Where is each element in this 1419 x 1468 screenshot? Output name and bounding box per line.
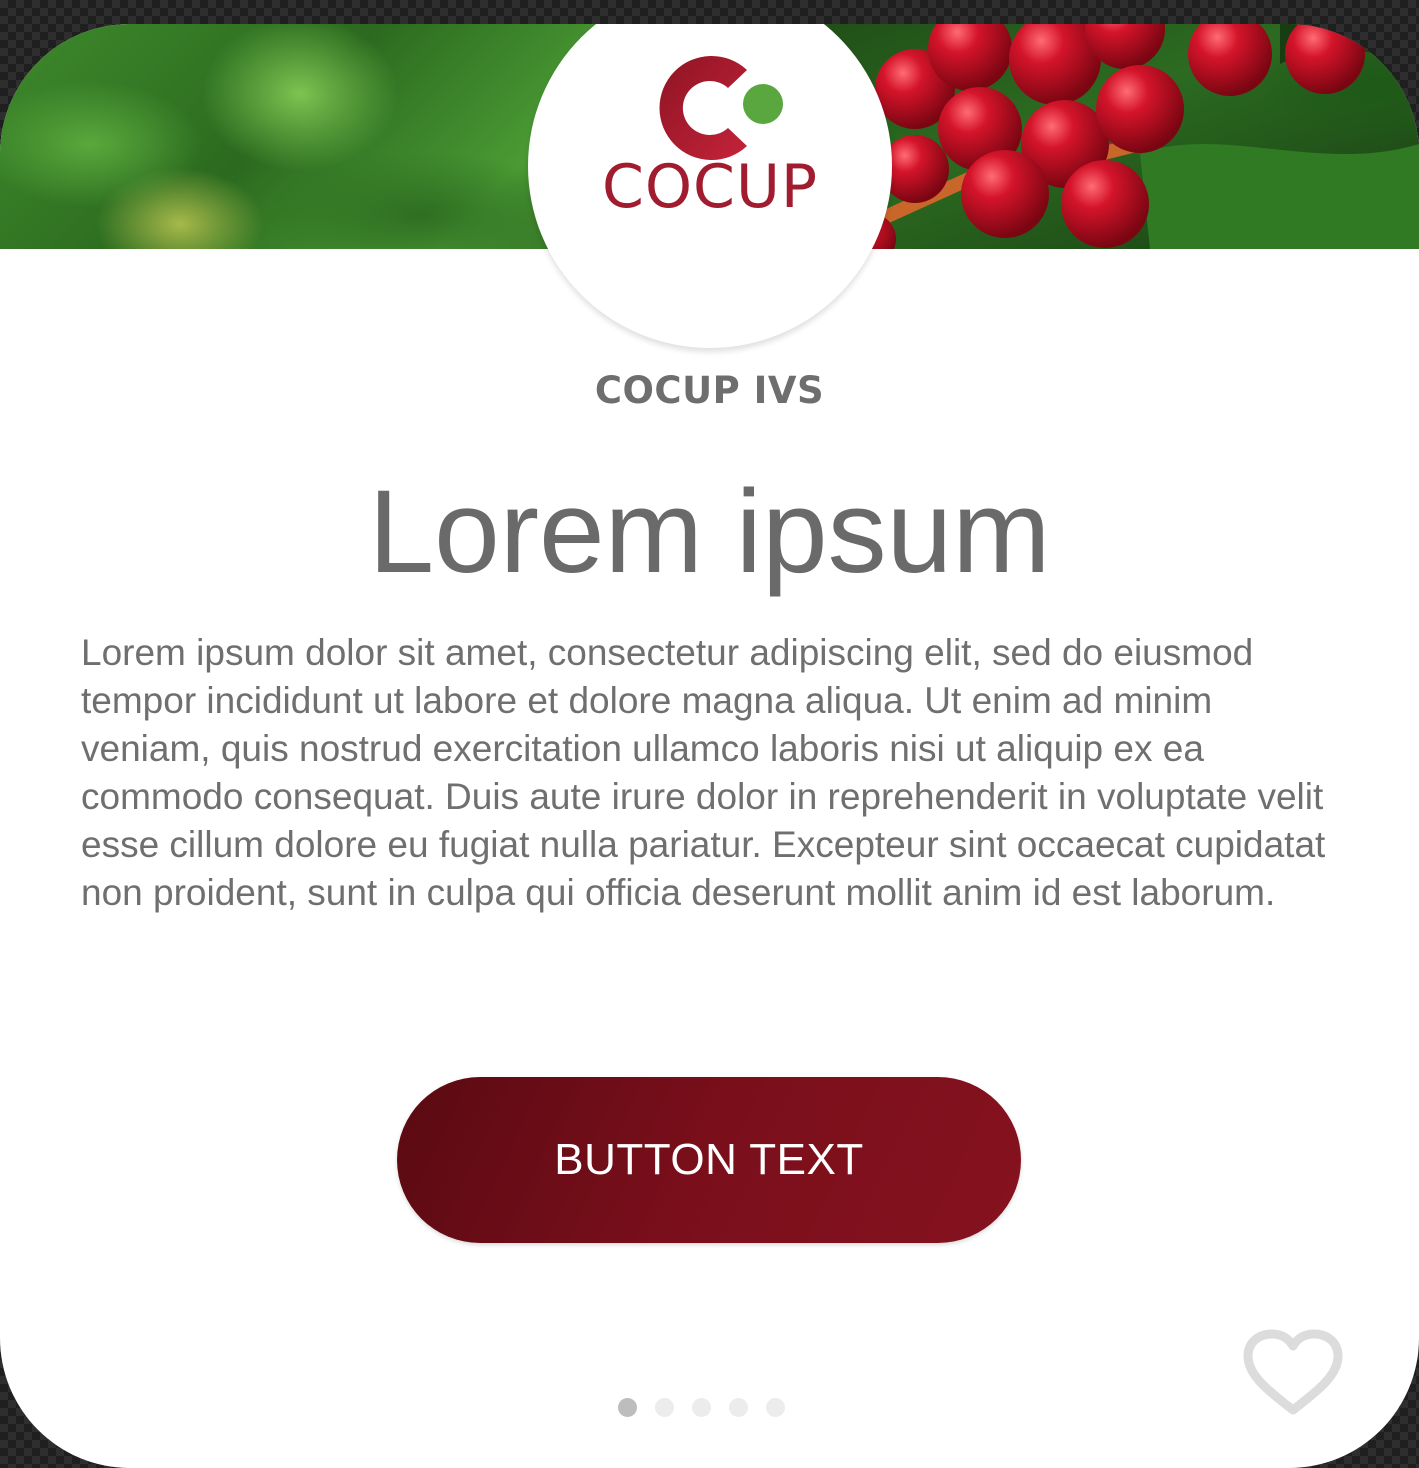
pagination-dots (618, 1398, 785, 1417)
body-text: Lorem ipsum dolor sit amet, consectetur … (81, 632, 1326, 913)
page-dot-1[interactable] (618, 1398, 637, 1417)
cta-button[interactable]: BUTTON TEXT (397, 1077, 1021, 1243)
page-dot-3[interactable] (692, 1398, 711, 1417)
cta-button-label: BUTTON TEXT (554, 1135, 864, 1184)
page-dot-5[interactable] (766, 1398, 785, 1417)
page-dot-4[interactable] (729, 1398, 748, 1417)
heart-outline-icon[interactable] (1240, 1326, 1346, 1418)
promo-card: COCUP COCUP IVS Lorem ipsum Lorem ipsum … (0, 24, 1419, 1468)
cocup-logo-icon (659, 55, 783, 160)
brand-logo: COCUP (528, 24, 892, 348)
company-name: COCUP IVS (594, 369, 825, 412)
page-dot-2[interactable] (655, 1398, 674, 1417)
headline: Lorem ipsum (368, 466, 1051, 598)
logo-wordmark: COCUP (601, 152, 819, 222)
